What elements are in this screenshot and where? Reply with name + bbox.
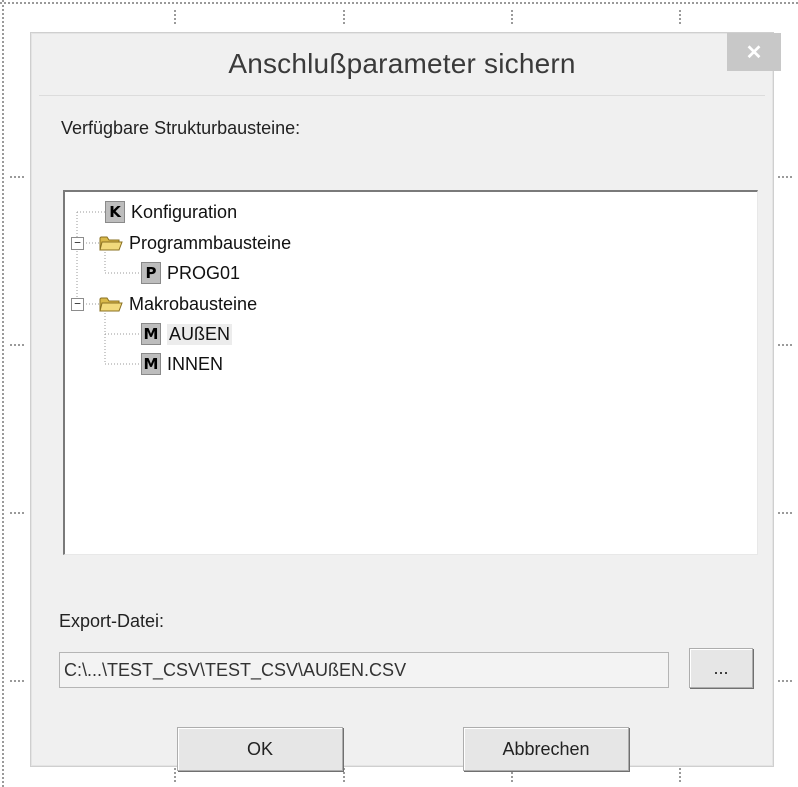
canvas-guide (778, 680, 792, 682)
canvas-guide (778, 344, 792, 346)
close-icon: ✕ (745, 41, 763, 64)
ok-button[interactable]: OK (177, 727, 343, 771)
macro-icon: M (141, 323, 161, 345)
canvas-guide (679, 768, 681, 782)
folder-icon (99, 234, 123, 252)
canvas-guide (10, 344, 24, 346)
canvas-guide (511, 10, 513, 24)
tree-item-programmbausteine[interactable]: Programmbausteine (99, 231, 291, 255)
canvas-guide (174, 10, 176, 24)
browse-button[interactable]: ... (689, 648, 753, 688)
tree-item-makrobausteine[interactable]: Makrobausteine (99, 292, 257, 316)
konfiguration-icon: K (105, 201, 125, 223)
tree-item-konfiguration[interactable]: K Konfiguration (105, 200, 237, 224)
tree-item-label: AUßEN (167, 323, 233, 345)
canvas-guide (343, 10, 345, 24)
folder-icon (99, 295, 123, 313)
export-file-label: Export-Datei: (59, 611, 165, 631)
dialog-body: Verfügbare Strukturbausteine: − − K Konf… (39, 95, 765, 771)
canvas-guide (174, 768, 176, 782)
canvas-guide (0, 2, 798, 4)
canvas-guide (778, 176, 792, 178)
canvas-guide (343, 768, 345, 782)
canvas-guide (10, 680, 24, 682)
tree-label: Verfügbare Strukturbausteine: (61, 118, 301, 138)
canvas-guide (2, 0, 4, 787)
tree-item-label: Programmbausteine (129, 232, 292, 253)
canvas-guide (778, 512, 792, 514)
canvas-guide (10, 176, 24, 178)
collapse-makrobausteine[interactable]: − (71, 298, 84, 311)
tree-item-prog01[interactable]: P PROG01 (141, 261, 240, 285)
program-icon: P (141, 262, 161, 284)
macro-icon: M (141, 353, 161, 375)
tree-item-label: PROG01 (167, 262, 241, 283)
canvas-guide (10, 512, 24, 514)
tree-item-aussen[interactable]: M AUßEN (141, 322, 233, 346)
canvas-guide (679, 10, 681, 24)
export-file-field[interactable]: C:\...\TEST_CSV\TEST_CSV\AUßEN.CSV (59, 652, 669, 688)
tree-item-label: INNEN (167, 353, 224, 374)
close-button[interactable]: ✕ (727, 33, 781, 71)
dialog-titlebar[interactable]: Anschlußparameter sichern ✕ (31, 33, 781, 95)
dialog-title: Anschlußparameter sichern (228, 48, 576, 79)
tree-item-label: Makrobausteine (129, 293, 258, 314)
collapse-programmbausteine[interactable]: − (71, 237, 84, 250)
tree-item-innen[interactable]: M INNEN (141, 352, 223, 376)
tree-item-label: Konfiguration (131, 201, 238, 222)
save-connection-parameters-dialog: Anschlußparameter sichern ✕ Verfügbare S… (30, 32, 781, 771)
structure-tree[interactable]: − − K Konfiguration Programmbausteine P … (63, 190, 758, 555)
cancel-button[interactable]: Abbrechen (463, 727, 629, 771)
